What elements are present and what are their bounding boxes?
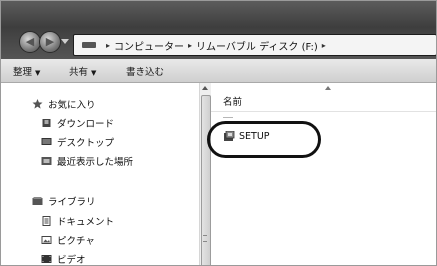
nav-item-desktop[interactable]: デスクトップ — [41, 135, 114, 149]
column-divider — [223, 117, 233, 118]
sort-ascending-icon — [325, 86, 331, 90]
nav-item-label: ダウンロード — [57, 119, 115, 130]
forward-button[interactable]: ▶ — [39, 31, 61, 53]
file-list-pane: 名前 SETUP — [211, 83, 436, 265]
title-bar: ◀ ▶ ▸ コンピューター ▸ リムーバブル ディスク (F:) ▸ — [1, 1, 436, 59]
desktop-icon — [41, 138, 52, 145]
nav-item-label: デスクトップ — [57, 138, 115, 149]
recent-pages-dropdown-icon[interactable] — [61, 39, 69, 45]
chevron-down-icon: ▼ — [35, 69, 41, 77]
breadcrumb-separator-icon: ▸ — [106, 40, 111, 50]
library-icon — [32, 197, 43, 205]
nav-item-label: 最近表示した場所 — [57, 157, 134, 168]
nav-favorites-label: お気に入り — [48, 100, 96, 111]
nav-item-downloads[interactable]: ダウンロード — [41, 116, 114, 130]
star-icon — [32, 99, 43, 109]
back-arrow-icon: ◀ — [25, 35, 35, 48]
share-label: 共有 — [69, 67, 89, 78]
column-name-label: 名前 — [223, 97, 243, 108]
nav-libraries[interactable]: ライブラリ — [32, 194, 96, 208]
scroll-up-arrow-icon[interactable] — [202, 86, 208, 90]
nav-item-documents[interactable]: ドキュメント — [41, 214, 114, 228]
drive-icon — [82, 42, 96, 48]
recent-places-icon — [41, 157, 52, 165]
breadcrumb-separator-icon: ▸ — [188, 40, 193, 50]
navigation-pane: お気に入り ダウンロード デスクトップ 最近表示した場所 ライブラリ ドキュメン… — [1, 83, 199, 266]
command-bar: 整理 ▼ 共有 ▼ 書き込む — [1, 59, 436, 83]
nav-item-videos[interactable]: ビデオ — [41, 252, 86, 266]
chevron-down-icon: ▼ — [91, 69, 97, 77]
breadcrumb-separator-icon[interactable]: ▸ — [322, 41, 326, 50]
navigation-scrollbar[interactable] — [199, 83, 211, 265]
highlight-circle — [207, 121, 321, 158]
video-icon — [41, 255, 52, 263]
document-icon — [42, 216, 51, 226]
nav-item-label: ピクチャ — [57, 236, 95, 247]
picture-icon — [41, 236, 52, 244]
column-header-name[interactable]: 名前 — [211, 83, 436, 112]
nav-item-label: ドキュメント — [57, 217, 115, 228]
share-menu[interactable]: 共有 ▼ — [69, 64, 96, 78]
nav-item-recent-places[interactable]: 最近表示した場所 — [41, 154, 133, 168]
back-button[interactable]: ◀ — [19, 31, 41, 53]
downloads-icon — [42, 119, 51, 127]
burn-label: 書き込む — [126, 67, 165, 78]
address-bar[interactable]: ▸ コンピューター ▸ リムーバブル ディスク (F:) ▸ — [73, 34, 436, 56]
organize-menu[interactable]: 整理 ▼ — [13, 64, 40, 78]
explorer-window: ◀ ▶ ▸ コンピューター ▸ リムーバブル ディスク (F:) ▸ 整理 ▼ 共… — [0, 0, 437, 266]
organize-label: 整理 — [13, 67, 33, 78]
nav-item-label: ビデオ — [57, 255, 86, 266]
forward-arrow-icon: ▶ — [45, 35, 55, 48]
nav-item-pictures[interactable]: ピクチャ — [41, 233, 95, 247]
burn-button[interactable]: 書き込む — [126, 64, 164, 78]
scrollbar-grip-icon — [203, 235, 207, 242]
breadcrumb-removable-disk[interactable]: リムーバブル ディスク (F:) — [196, 38, 318, 53]
nav-libraries-label: ライブラリ — [48, 197, 96, 208]
nav-favorites[interactable]: お気に入り — [32, 97, 96, 111]
breadcrumb-computer[interactable]: コンピューター — [114, 38, 184, 53]
